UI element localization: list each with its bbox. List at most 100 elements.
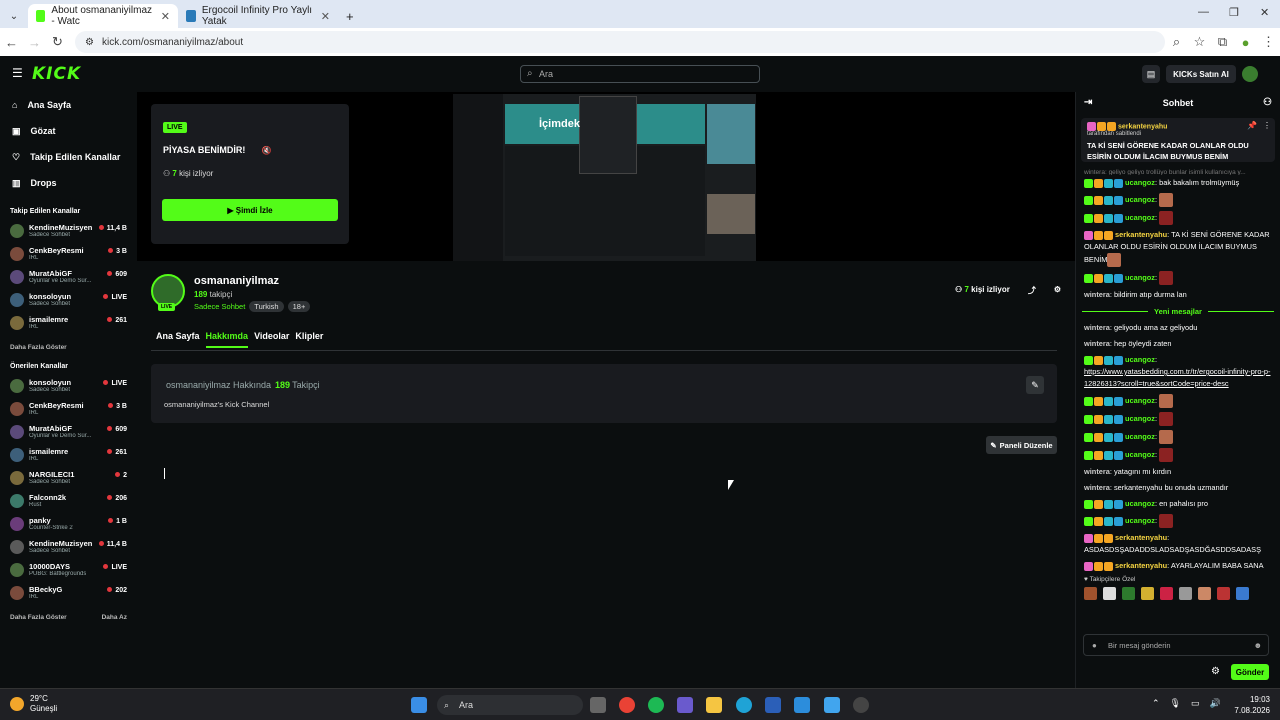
chat-username[interactable]: ucangoz (1125, 213, 1155, 222)
tab-videos[interactable]: Videolar (254, 331, 289, 348)
pin-icon[interactable]: 📌 (1247, 121, 1257, 130)
channel-item[interactable]: NARGILECI1 Sadece Sohbet 2 (0, 466, 137, 489)
zoom-icon[interactable]: ⌕ (1165, 34, 1188, 50)
emote-icon[interactable] (1198, 587, 1211, 600)
channel-item[interactable]: KendineMuzisyen Sadece Sohbet 11,4 B (0, 535, 137, 558)
start-icon[interactable] (411, 697, 427, 713)
show-more-followed[interactable]: Daha Fazla Göster (10, 344, 67, 351)
reload-icon[interactable]: ↻ (46, 34, 69, 50)
spotify-icon[interactable] (648, 697, 664, 713)
chrome-icon[interactable] (619, 697, 635, 713)
show-more-recommended[interactable]: Daha Fazla Göster (10, 614, 67, 621)
edit-pencil-icon[interactable]: ✎ (1026, 376, 1044, 394)
watch-now-button[interactable]: ▶ Şimdi İzle (162, 199, 338, 221)
emote-icon[interactable] (1217, 587, 1230, 600)
chat-link[interactable]: https://www.yatasbedding.com.tr/tr/ergoc… (1084, 367, 1270, 388)
sidebar-nav-item[interactable]: ♡ Takip Edilen Kanallar (0, 144, 137, 170)
hamburger-menu-icon[interactable]: ☰ (12, 66, 23, 80)
share-icon[interactable]: ⤴ (1028, 285, 1036, 296)
send-button[interactable]: Gönder (1231, 664, 1269, 680)
edge-icon[interactable] (736, 697, 752, 713)
collapse-chat-icon[interactable]: ⇥ (1084, 97, 1092, 108)
close-tab-icon[interactable]: ✕ (321, 10, 330, 23)
menu-icon[interactable]: ⋮ (1257, 34, 1280, 50)
tab-home[interactable]: Ana Sayfa (156, 331, 200, 348)
url-field[interactable]: ⚙ kick.com/osmananiyilmaz/about (75, 31, 1165, 53)
close-window-icon[interactable]: ✕ (1260, 6, 1269, 19)
pinned-user[interactable]: serkantenyahu (1118, 123, 1167, 130)
browser-tab-2[interactable]: Ergocoil Infinity Pro Yaylı Yatak ✕ (178, 4, 338, 28)
tag-pill[interactable]: 18+ (287, 301, 311, 312)
emote-icon[interactable] (1084, 587, 1097, 600)
channel-item[interactable]: CenkBeyResmi IRL 3 B (0, 397, 137, 420)
channel-item[interactable]: konsoloyun Sadece Sohbet LIVE (0, 288, 137, 311)
chat-username[interactable]: ucangoz (1125, 450, 1155, 459)
show-less-recommended[interactable]: Daha Az (102, 614, 127, 621)
edit-panels-button[interactable]: ✎ Paneli Düzenle (986, 436, 1057, 454)
sidebar-nav-item[interactable]: ▥ Drops (0, 170, 137, 196)
kick-logo[interactable]: KICK (32, 64, 81, 84)
app-icon[interactable] (824, 697, 840, 713)
emote-icon[interactable] (1141, 587, 1154, 600)
mute-icon[interactable]: 🔇 (262, 146, 272, 155)
channel-avatar[interactable]: LIVE (151, 274, 185, 311)
bookmark-star-icon[interactable]: ☆ (1188, 34, 1211, 50)
emote-icon[interactable] (1179, 587, 1192, 600)
chat-username[interactable]: ucangoz (1125, 396, 1155, 405)
chat-message-input[interactable]: ● Bir mesaj gönderin ☻ (1083, 634, 1269, 656)
channel-item[interactable]: ismailemre IRL 261 (0, 311, 137, 334)
emote-icon[interactable] (1103, 587, 1116, 600)
chat-username[interactable]: ucangoz (1125, 195, 1155, 204)
emote-icon[interactable] (1122, 587, 1135, 600)
tray-overflow-icon[interactable]: ⌃ (1152, 698, 1160, 709)
sidebar-nav-item[interactable]: ▣ Gözat (0, 118, 137, 144)
close-tab-icon[interactable]: ✕ (161, 10, 170, 23)
channel-item[interactable]: MuratAbiGF Oyunlar ve Demo Sür... 609 (0, 265, 137, 288)
emoji-icon[interactable]: ☻ (1254, 641, 1262, 650)
channel-item[interactable]: KendineMuzisyen Sadece Sohbet 11,4 B (0, 219, 137, 242)
app-icon[interactable] (677, 697, 693, 713)
network-icon[interactable]: ▭ (1191, 698, 1200, 709)
buy-kicks-button[interactable]: KICKs Satın Al (1166, 65, 1236, 83)
tab-list-icon[interactable]: ⌄ (0, 4, 28, 28)
app-icon[interactable] (853, 697, 869, 713)
chat-username[interactable]: wintera (1084, 290, 1110, 299)
chat-username[interactable]: wintera (1084, 339, 1110, 348)
tag-pill[interactable]: Turkish (249, 301, 284, 312)
forward-icon[interactable]: → (23, 35, 46, 50)
volume-icon[interactable]: 🔊 (1210, 698, 1221, 709)
emote-icon[interactable] (1160, 587, 1173, 600)
channel-item[interactable]: 10000DAYS PUBG: Battlegrounds LIVE (0, 558, 137, 581)
chat-username[interactable]: ucangoz (1125, 516, 1155, 525)
chat-username[interactable]: ucangoz (1125, 273, 1155, 282)
video-player[interactable]: LIVE PİYASA BENİMDİR! 🔇 ⚇ 7 kişi izliyor… (137, 92, 1075, 261)
channel-item[interactable]: MuratAbiGF Oyunlar ve Demo Sür... 609 (0, 420, 137, 443)
task-view-icon[interactable] (590, 697, 606, 713)
browse-menu-icon[interactable]: ▤ (1142, 65, 1160, 83)
microphone-icon[interactable]: 🎙 (1170, 698, 1181, 709)
tab-clips[interactable]: Klipler (295, 331, 323, 348)
chat-username[interactable]: ucangoz (1125, 414, 1155, 423)
channel-item[interactable]: konsoloyun Sadece Sohbet LIVE (0, 374, 137, 397)
site-info-icon[interactable]: ⚙ (85, 37, 94, 48)
sidebar-nav-item[interactable]: ⌂ Ana Sayfa (0, 92, 137, 118)
browser-tab-active[interactable]: About osmananiyilmaz - Watc ✕ (28, 4, 178, 28)
store-icon[interactable] (765, 697, 781, 713)
chat-username[interactable]: wintera (1084, 483, 1110, 492)
search-input[interactable]: ⌕ Ara (520, 65, 760, 83)
chat-username[interactable]: serkantenyahu (1115, 533, 1167, 542)
extensions-icon[interactable]: ⧉ (1211, 34, 1234, 50)
profile-icon[interactable]: ● (1234, 35, 1257, 50)
chat-users-icon[interactable]: ⚇ (1263, 97, 1272, 108)
channel-item[interactable]: panky Counter-Strike 2 1 B (0, 512, 137, 535)
chat-username[interactable]: ucangoz (1125, 432, 1155, 441)
taskbar-search[interactable]: ⌕ Ara (437, 695, 583, 715)
chat-username[interactable]: serkantenyahu (1115, 561, 1167, 570)
channel-item[interactable]: ismailemre IRL 261 (0, 443, 137, 466)
chat-username[interactable]: serkantenyahu (1115, 230, 1167, 239)
back-icon[interactable]: ← (0, 35, 23, 50)
tab-about[interactable]: Hakkımda (205, 331, 249, 348)
chat-username[interactable]: ucangoz (1125, 355, 1155, 364)
channel-item[interactable]: BBeckyG IRL 202 (0, 581, 137, 604)
maximize-icon[interactable]: ❐ (1229, 6, 1239, 19)
